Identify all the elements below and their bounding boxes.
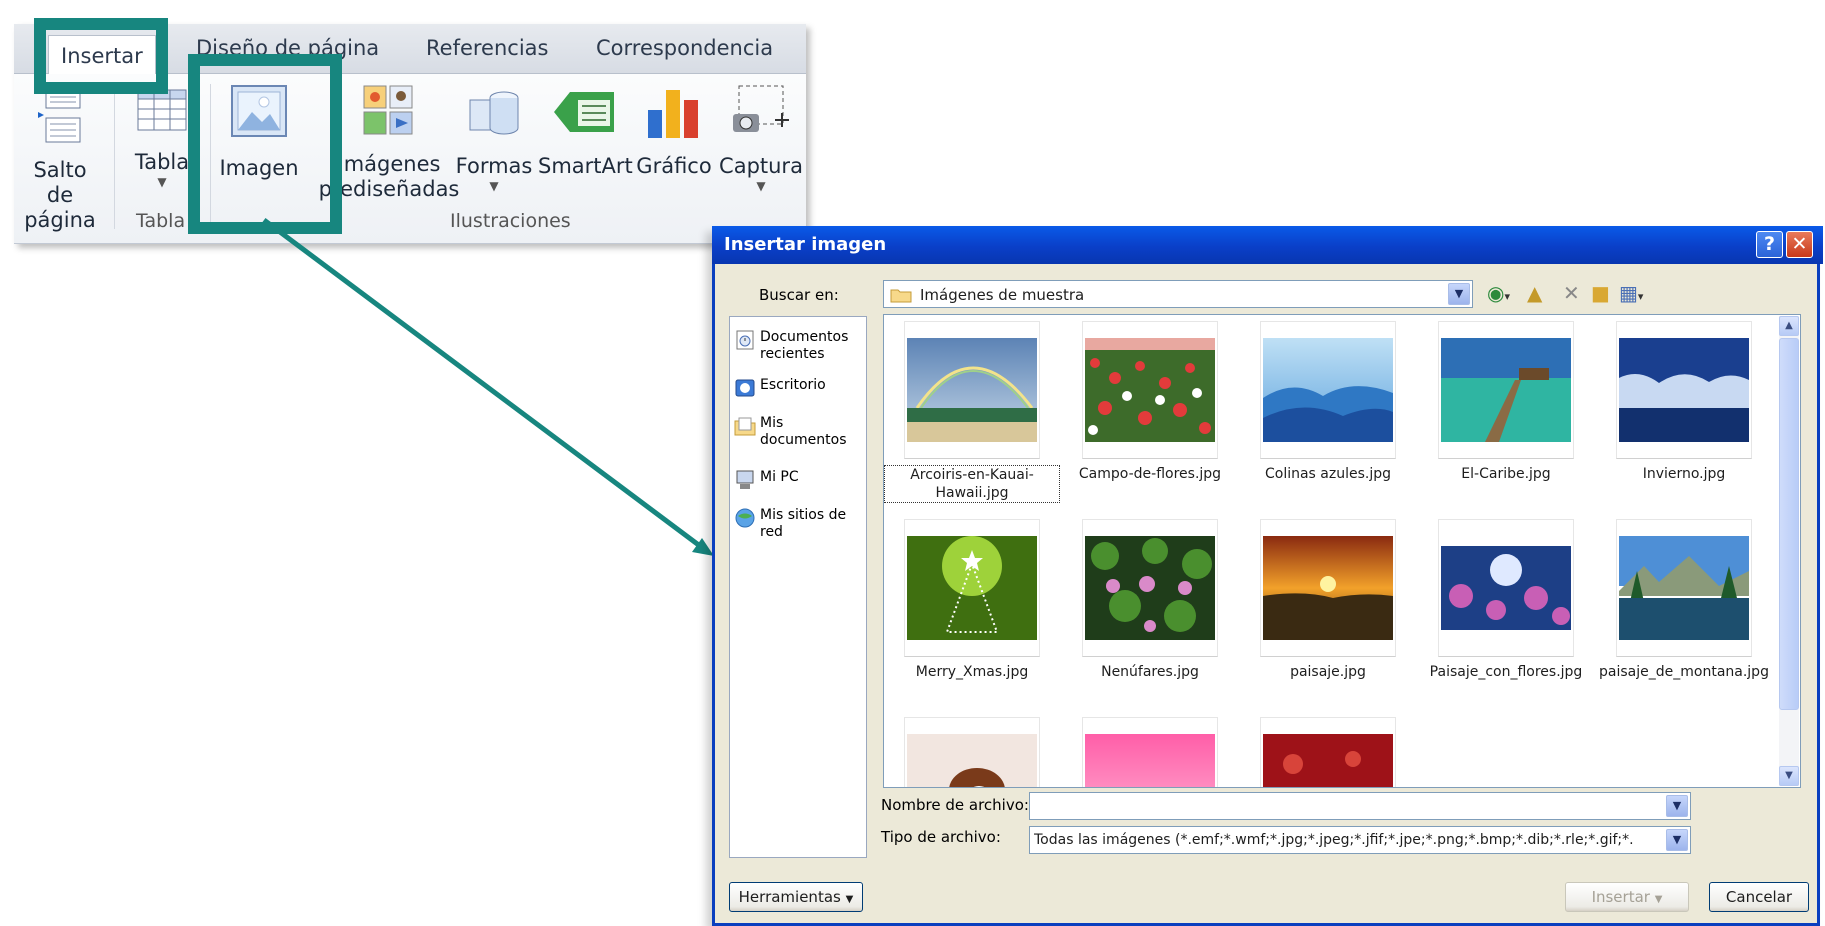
my-documents-icon [734, 417, 756, 436]
rainbow-beach-thumbnail [907, 338, 1037, 442]
vertical-scrollbar[interactable]: ▲ ▼ [1779, 316, 1799, 786]
thumbnail-frame [904, 321, 1040, 459]
red-ornaments-thumbnail [1263, 734, 1393, 787]
mountain-landscape-thumbnail [1619, 536, 1749, 640]
file-type-combo[interactable]: Todas las imágenes (*.emf;*.wmf;*.jpg;*.… [1029, 826, 1691, 854]
thumbnail-frame [1438, 321, 1574, 459]
file-name-input[interactable] [1034, 795, 1654, 817]
file-name: Invierno.jpg [1642, 466, 1726, 482]
landscape-with-flowers-thumbnail [1441, 536, 1571, 640]
place-label: Documentos recientes [760, 329, 849, 362]
thumbnail-frame [1438, 519, 1574, 657]
file-name-label: Nombre de archivo: [881, 796, 1029, 814]
scrollbar-thumb[interactable] [1779, 338, 1799, 710]
file-name-combo[interactable]: ▼ [1029, 792, 1691, 820]
look-in-label: Buscar en: [759, 286, 839, 304]
thumbnail-frame [904, 519, 1040, 657]
up-folder-icon[interactable]: ▲ [1527, 282, 1542, 304]
network-places-icon [735, 508, 755, 528]
thumbnail-frame [1260, 717, 1396, 787]
folder-icon [890, 289, 912, 303]
thumbnail-frame [1616, 519, 1752, 657]
place-desktop[interactable]: Escritorio [734, 377, 826, 399]
thumbnail-frame [1082, 321, 1218, 459]
christmas-tree-thumbnail [907, 536, 1037, 640]
delete-icon[interactable]: ✕ [1563, 282, 1580, 304]
sunset-landscape-thumbnail [1263, 536, 1393, 640]
caribbean-pier-thumbnail [1441, 338, 1571, 442]
desktop-icon [735, 379, 755, 397]
place-label: Escritorio [760, 377, 826, 393]
cancel-button[interactable]: Cancelar [1709, 882, 1809, 912]
thumbnail-frame [1082, 519, 1218, 657]
chevron-down-icon[interactable]: ▼ [1666, 795, 1688, 817]
file-type-label: Tipo de archivo: [881, 828, 1001, 846]
place-network[interactable]: Mis sitios de red [734, 507, 866, 541]
file-name: Nenúfares.jpg [1101, 664, 1199, 680]
look-in-value: Imágenes de muestra [920, 286, 1085, 304]
place-label: Mis documentos [760, 415, 847, 448]
help-button[interactable]: ? [1756, 231, 1783, 258]
file-name: Merry_Xmas.jpg [915, 664, 1029, 680]
chevron-down-icon[interactable]: ▼ [1666, 829, 1688, 851]
place-label: Mi PC [760, 469, 799, 485]
file-name: Arcoiris-en-Kauai-Hawaii.jpg [884, 465, 1060, 503]
file-list[interactable]: Arcoiris-en-Kauai-Hawaii.jpg Campo-de-fl… [883, 314, 1801, 788]
place-label: Mis sitios de red [760, 507, 847, 540]
pink-sky-thumbnail [1085, 734, 1215, 787]
file-name: paisaje_de_montana.jpg [1599, 664, 1769, 680]
dialog-title: Insertar imagen [724, 234, 887, 255]
tools-label: Herramientas [738, 888, 841, 906]
place-my-documents[interactable]: Mis documentos [734, 415, 866, 449]
place-recent-documents[interactable]: Documentos recientes [734, 329, 866, 363]
puppy-thumbnail [907, 734, 1037, 787]
thumbnail-frame [1616, 321, 1752, 459]
chevron-down-icon: ▼ [1654, 894, 1663, 905]
look-in-combo[interactable]: Imágenes de muestra ▼ [883, 280, 1473, 308]
thumbnail-frame [1260, 321, 1396, 459]
recent-documents-icon [736, 330, 754, 350]
views-icon[interactable]: ▦▾ [1619, 282, 1643, 308]
close-button[interactable]: ✕ [1786, 231, 1813, 258]
back-icon[interactable]: ◉▾ [1487, 282, 1510, 308]
chevron-down-icon[interactable]: ▼ [1448, 283, 1470, 305]
file-name: Colinas azules.jpg [1264, 466, 1392, 482]
flower-field-thumbnail [1085, 338, 1215, 442]
my-computer-icon [736, 470, 754, 489]
blue-hills-thumbnail [1263, 338, 1393, 442]
chevron-down-icon: ▼ [845, 894, 854, 905]
thumbnail-frame [904, 717, 1040, 787]
file-name: El-Caribe.jpg [1461, 466, 1551, 482]
insert-picture-dialog: Insertar imagen ? ✕ Buscar en: Imágenes … [712, 226, 1823, 926]
scroll-up-icon[interactable]: ▲ [1779, 316, 1799, 336]
winter-thumbnail [1619, 338, 1749, 442]
dialog-titlebar[interactable]: Insertar imagen ? ✕ [712, 226, 1823, 264]
thumbnail-frame [1082, 717, 1218, 787]
water-lilies-thumbnail [1085, 536, 1215, 640]
file-name: paisaje.jpg [1290, 664, 1366, 680]
places-bar: Documentos recientes Escritorio Mis docu… [729, 316, 867, 858]
file-type-value: Todas las imágenes (*.emf;*.wmf;*.jpg;*.… [1034, 832, 1634, 848]
place-my-computer[interactable]: Mi PC [734, 469, 799, 491]
scroll-down-icon[interactable]: ▼ [1779, 766, 1799, 786]
file-name: Campo-de-flores.jpg [1078, 466, 1222, 482]
new-folder-icon[interactable]: ■ [1591, 282, 1610, 304]
thumbnail-frame [1260, 519, 1396, 657]
insert-button[interactable]: Insertar ▼ [1565, 882, 1689, 912]
tools-button[interactable]: Herramientas ▼ [729, 882, 863, 912]
insert-label: Insertar [1591, 888, 1650, 906]
file-name: Paisaje_con_flores.jpg [1429, 664, 1583, 680]
